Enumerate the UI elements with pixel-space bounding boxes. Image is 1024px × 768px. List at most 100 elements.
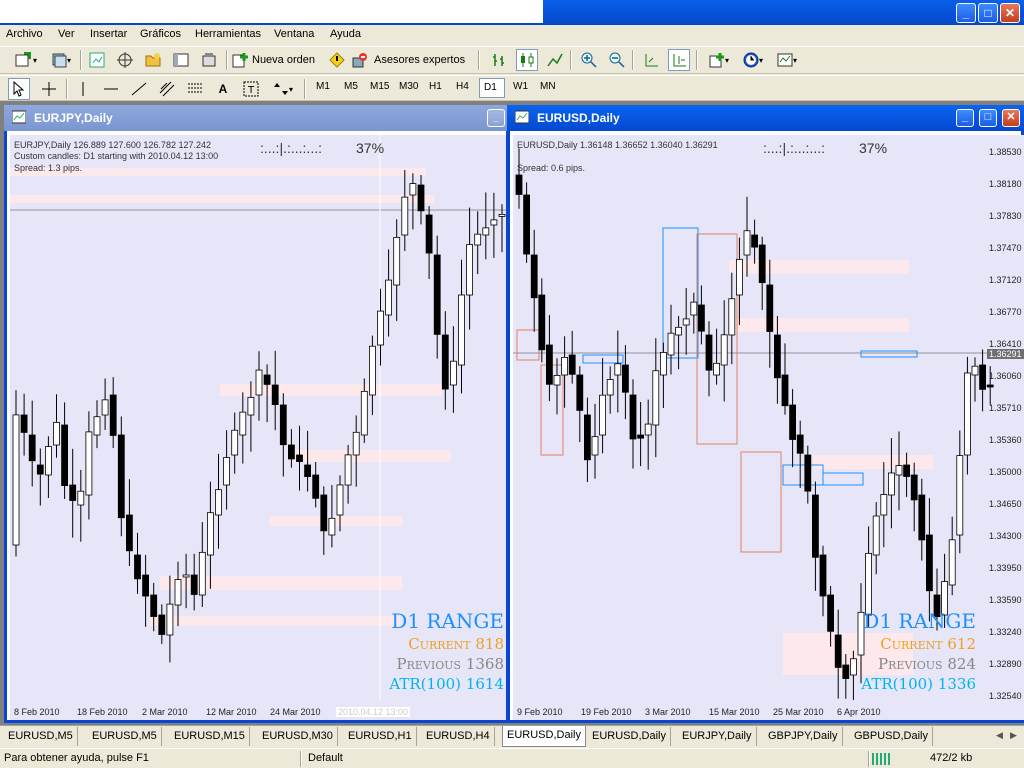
mdi-workspace: EURJPY,Daily _ EURJPY,Daily 126.889 127.… [0, 101, 1024, 725]
custom-candle [740, 451, 782, 553]
candle-body [401, 196, 409, 236]
chart-window-titlebar[interactable]: EURJPY,Daily _ [4, 105, 509, 131]
candle-body [12, 414, 20, 546]
close-button[interactable]: ✕ [1000, 3, 1020, 23]
menu-insertar[interactable]: Insertar [90, 28, 127, 40]
trendline-button[interactable] [128, 78, 150, 100]
candle-body [498, 214, 506, 217]
timeframe-w1[interactable]: W1 [509, 78, 532, 98]
channel-button[interactable] [156, 78, 178, 100]
tab-chart[interactable]: EURUSD,M5 [4, 727, 78, 746]
tab-chart[interactable]: GBPUSD,Daily [850, 727, 933, 746]
tester-button[interactable] [198, 49, 220, 71]
navigator-button[interactable] [142, 49, 164, 71]
chart-close-button[interactable]: ✕ [1002, 109, 1020, 127]
fibonacci-button[interactable] [184, 78, 206, 100]
timeframe-m30[interactable]: M30 [395, 78, 422, 98]
menu-ayuda[interactable]: Ayuda [330, 28, 361, 40]
candle-body [880, 494, 888, 516]
indicators-button[interactable]: ▾ [704, 49, 734, 71]
tab-chart[interactable]: EURUSD,H1 [344, 727, 417, 746]
range-band [150, 616, 400, 626]
line-chart-button[interactable] [544, 49, 566, 71]
clock-icon [743, 52, 759, 68]
candle-body [667, 332, 675, 356]
tab-scroll-left-icon[interactable]: ◀ [996, 730, 1003, 741]
candle-body [804, 454, 812, 492]
cursor-button[interactable] [8, 78, 30, 100]
range-atr-value: 1336 [937, 675, 976, 693]
candle-body [458, 294, 465, 366]
tab-chart[interactable]: EURUSD,Daily [588, 727, 671, 746]
timeframe-d1[interactable]: D1 [479, 78, 505, 98]
menu-herramientas[interactable]: Herramientas [195, 28, 261, 40]
chart-minimize-button[interactable]: _ [956, 109, 974, 127]
menu-archivo[interactable]: Archivo [6, 28, 43, 40]
profiles-button[interactable]: ▾ [46, 49, 76, 71]
tab-chart[interactable]: EURUSD,M30 [258, 727, 338, 746]
auto-scroll-icon [643, 52, 659, 68]
terminal-button[interactable] [170, 49, 192, 71]
candlestick-button[interactable] [516, 49, 538, 71]
bar-chart-button[interactable] [488, 49, 510, 71]
data-window-button[interactable] [114, 49, 136, 71]
range-current-value: 612 [947, 635, 976, 653]
minimize-button[interactable]: _ [956, 3, 976, 23]
chart-shift-icon [671, 52, 687, 68]
timeframe-h1[interactable]: H1 [425, 78, 446, 98]
tab-chart[interactable]: EURUSD,H4 [422, 727, 495, 746]
range-band [290, 450, 450, 462]
candle-body [652, 370, 660, 426]
candle-body [865, 552, 873, 616]
tab-chart[interactable]: EURUSD,Daily [502, 726, 586, 747]
candle-body [466, 244, 474, 296]
price-label: 1.34650 [989, 499, 1022, 509]
menu-graficos[interactable]: Gráficos [140, 28, 181, 40]
menu-ver[interactable]: Ver [58, 28, 75, 40]
status-traffic: 472/2 kb [930, 752, 973, 764]
new-chart-button[interactable]: ▾ [8, 49, 44, 71]
vertical-line-button[interactable] [72, 78, 94, 100]
tab-chart[interactable]: EURUSD,M5 [88, 727, 162, 746]
zoom-out-button[interactable] [606, 49, 628, 71]
market-watch-button[interactable] [86, 49, 108, 71]
tab-chart[interactable]: EURUSD,M15 [170, 727, 250, 746]
chart-shift-button[interactable] [668, 49, 690, 71]
horizontal-line-button[interactable] [100, 78, 122, 100]
timeframe-h4[interactable]: H4 [452, 78, 473, 98]
timeframe-mn[interactable]: MN [536, 78, 560, 98]
menu-ventana[interactable]: Ventana [274, 28, 314, 40]
timeframe-m5[interactable]: M5 [340, 78, 362, 98]
metaeditor-button[interactable] [326, 49, 348, 71]
tab-chart[interactable]: EURJPY,Daily [678, 727, 757, 746]
templates-button[interactable]: ▾ [772, 49, 802, 71]
chart-area[interactable]: EURUSD,Daily 1.36148 1.36652 1.36040 1.3… [513, 135, 1024, 720]
chart-window-eurusd[interactable]: EURUSD,Daily _ □ ✕ EURUSD,Daily 1.36148 … [507, 105, 1024, 723]
tab-chart[interactable]: GBPJPY,Daily [764, 727, 843, 746]
zoom-in-button[interactable] [578, 49, 600, 71]
periods-button[interactable]: ▾ [738, 49, 768, 71]
chart-window-titlebar[interactable]: EURUSD,Daily _ □ ✕ [507, 105, 1024, 131]
price-label: 1.36060 [989, 371, 1022, 381]
crosshair-button[interactable] [38, 78, 60, 100]
chart-maximize-button[interactable]: □ [979, 109, 997, 127]
arrows-button[interactable]: ▾ [268, 78, 298, 100]
candle-body [61, 424, 68, 487]
price-label: 1.34300 [989, 531, 1022, 541]
tab-scroll-right-icon[interactable]: ▶ [1010, 730, 1017, 741]
text-label-button[interactable]: T [240, 78, 262, 100]
maximize-button[interactable]: □ [978, 3, 998, 23]
text-button[interactable]: A [212, 78, 234, 100]
auto-scroll-button[interactable] [640, 49, 662, 71]
timeframe-m1[interactable]: M1 [312, 78, 334, 98]
expert-advisors-button[interactable]: Asesores expertos [352, 49, 472, 71]
arrows-icon [273, 81, 289, 97]
chart-area[interactable]: EURJPY,Daily 126.889 127.600 126.782 127… [10, 135, 506, 720]
chart-minimize-button[interactable]: _ [487, 109, 505, 127]
cursor-icon [11, 80, 27, 97]
timeframe-m15[interactable]: M15 [366, 78, 393, 98]
chart-window-eurjpy[interactable]: EURJPY,Daily _ EURJPY,Daily 126.889 127.… [4, 105, 509, 723]
candle-body [101, 399, 109, 416]
candle-body [239, 411, 247, 436]
new-order-button[interactable]: Nueva orden [232, 49, 322, 71]
